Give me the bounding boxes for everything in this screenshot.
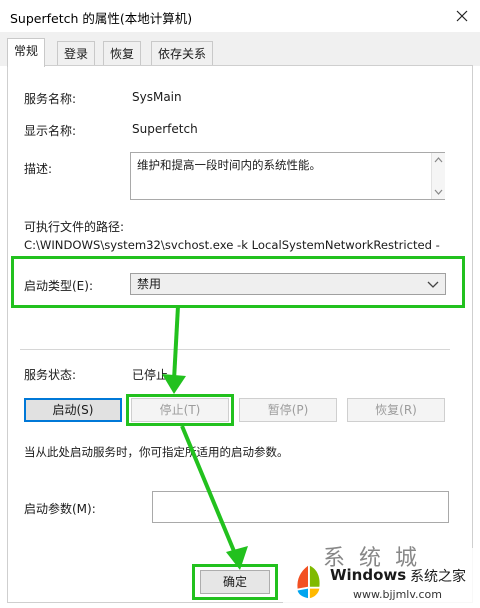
- windows-logo-icon: [297, 565, 320, 599]
- arrow-to-ok-line: [180, 425, 238, 557]
- tab-general[interactable]: 常规: [7, 38, 46, 67]
- arrow-to-stop-line: [172, 305, 180, 381]
- watermark-url: www.bjjmlv.com: [353, 588, 442, 601]
- watermark-partial-text: 系统城: [323, 546, 432, 571]
- watermark: Windows 系统之家 www.bjjmlv.com 系统城: [283, 546, 480, 608]
- annotation-arrows: [162, 305, 248, 570]
- arrow-to-stop-head-icon: [162, 374, 186, 394]
- ok-button[interactable]: 确定: [200, 570, 270, 594]
